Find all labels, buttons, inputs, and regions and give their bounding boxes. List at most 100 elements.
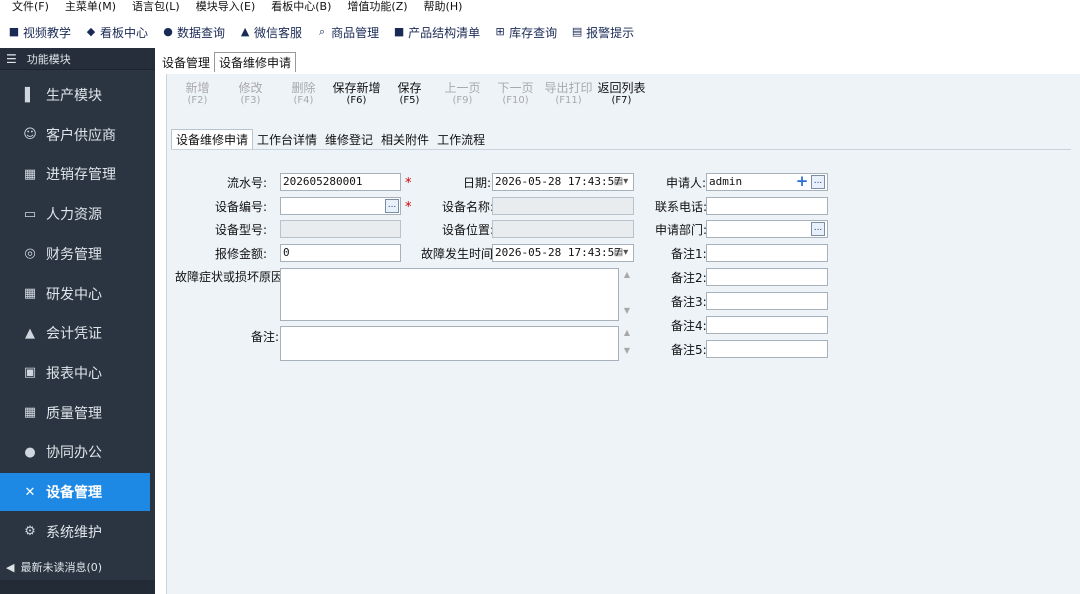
sidebar-item-finance[interactable]: ◎ 财务管理 [0,235,150,273]
chart-icon: ▣ [23,365,37,381]
form-tab[interactable]: 工作流程 [433,129,489,149]
note3-input[interactable] [706,292,828,310]
action-button[interactable]: 保存新增 (F6) [330,82,383,122]
sidebar-item-equipment[interactable]: ✕ 设备管理 [0,473,150,511]
action-button[interactable]: 下一页 (F10) [489,82,542,122]
tab-repair-request[interactable]: 设备维修申请 [214,52,297,72]
equip-no-label: 设备编号: [215,200,268,214]
action-button[interactable]: 保存 (F5) [383,82,436,122]
action-shortcut: (F5) [399,95,420,106]
applicant-input[interactable]: admin [706,173,828,191]
dept-input[interactable] [706,220,828,238]
quick-toolbar: ■ 视频教学 ◆ 看板中心 ● 数据查询 ▲ 微信客服 ⌕ 商品管理 ■ 产品结构清单 ⊞ 库存查询 ▤ 报警… [0,20,1080,44]
grid-icon: ▦ [23,405,37,421]
action-shortcut: (F7) [611,95,632,106]
form-tab[interactable]: 设备维修申请 [171,129,254,149]
sidebar-item-production[interactable]: ▌ 生产模块 [0,76,150,114]
camera-icon: ■ [393,25,405,38]
sidebar-item-label: 设备管理 [46,485,102,501]
toolbar-item[interactable]: ■ 产品结构清单 [393,24,480,41]
menu-item[interactable]: 主菜单(M) [65,1,116,13]
toolbar-item[interactable]: ● 数据查询 [162,24,225,41]
sidebar-item-label: 系统维护 [46,524,102,541]
note5-input[interactable] [706,340,828,358]
sidebar-item-label: 客户供应商 [46,127,116,144]
action-label: 修改 [238,81,263,95]
sidebar-item-customer[interactable]: ☺ 客户供应商 [0,116,150,154]
calendar-dropdown-icon[interactable]: ▤▾ [610,246,632,260]
book-icon: ▌ [25,87,35,103]
cloud-icon: ● [24,444,36,460]
tab-equipment-management[interactable]: 设备管理 [158,52,214,72]
menu-item[interactable]: 增值功能(Z) [347,1,407,13]
sidebar-header[interactable]: ☰ 功能模块 [0,48,155,70]
location-input[interactable] [492,220,634,238]
unread-messages[interactable]: ◀ 最新未读消息(0) [0,556,155,578]
sidebar-item-label: 进销存管理 [46,167,116,184]
action-button[interactable]: 修改 (F3) [224,82,277,122]
menu-item[interactable]: 文件(F) [12,1,49,13]
equip-no-input[interactable] [280,197,401,215]
model-input[interactable] [280,220,401,238]
dept-label: 申请部门: [655,223,708,237]
dept-picker-button[interactable]: ... [811,222,825,236]
note2-label: 备注2: [671,271,707,285]
amount-input[interactable]: 0 [280,244,401,262]
amount-label: 报修金额: [215,247,268,261]
menu-bar: 文件(F) 主菜单(M) 语言包(L) 模块导入(E) 看板中心(B) 增值功能(Z) 帮助… [0,0,1080,14]
note2-input[interactable] [706,268,828,286]
phone-input[interactable] [706,197,828,215]
sidebar-item-label: 会计凭证 [46,326,102,343]
symptom-scrollbar[interactable]: ▲ ▼ [621,270,633,320]
sidebar-item-quality[interactable]: ▦ 质量管理 [0,394,150,432]
action-button[interactable]: 导出打印 (F11) [542,82,595,122]
toolbar-item[interactable]: ◆ 看板中心 [85,24,148,41]
toolbar-item-label: 视频教学 [23,25,72,40]
equip-no-picker-button[interactable]: ... [385,199,399,213]
equip-name-input[interactable] [492,197,634,215]
sidebar-item-reports[interactable]: ▣ 报表中心 [0,354,150,392]
content-area: 新增 (F2) 修改 (F3) 删除 (F4) 保存新增 (F6) 保存 (F5) 上一页 (F9) 下… [166,74,1080,594]
toolbar-item-label: 看板中心 [100,25,149,40]
toolbar-item[interactable]: ■ 视频教学 [8,24,71,41]
symptom-textarea[interactable] [280,268,619,321]
note4-input[interactable] [706,316,828,334]
action-button[interactable]: 删除 (F4) [277,82,330,122]
action-button[interactable]: 新增 (F2) [171,82,224,122]
form-tab[interactable]: 相关附件 [377,129,433,149]
sidebar-item-rd[interactable]: ▦ 研发中心 [0,275,150,313]
remark-scrollbar[interactable]: ▲ ▼ [621,328,633,362]
form-tab[interactable]: 维修登记 [321,129,377,149]
add-icon[interactable]: + [795,174,809,189]
note4-label: 备注4: [671,319,707,333]
menu-item[interactable]: 看板中心(B) [271,1,331,13]
form-tab[interactable]: 工作台详情 [253,129,321,149]
action-button[interactable]: 返回列表 (F7) [595,82,648,122]
board-icon: ◆ [86,25,96,38]
menu-item[interactable]: 模块导入(E) [196,1,256,13]
calendar-dropdown-icon[interactable]: ▤▾ [610,175,632,189]
applicant-picker-button[interactable]: ... [811,175,825,189]
toolbar-item[interactable]: ⊞ 库存查询 [494,24,557,41]
menu-item[interactable]: 语言包(L) [132,1,180,13]
fault-time-label: 故障发生时间: [421,247,498,261]
sidebar-item-hr[interactable]: ▭ 人力资源 [0,195,150,233]
sidebar-item-system[interactable]: ⚙ 系统维护 [0,513,150,551]
menu-item[interactable]: 帮助(H) [424,1,463,13]
serial-input[interactable]: 202605280001 [280,173,401,191]
action-shortcut: (F11) [555,95,582,106]
toolbar-item[interactable]: ▲ 微信客服 [239,24,302,41]
sidebar-item-inventory[interactable]: ▦ 进销存管理 [0,155,150,193]
users-icon: ☺ [23,127,37,143]
sidebar-item-collab[interactable]: ● 协同办公 [0,433,150,471]
toolbar-item[interactable]: ⌕ 商品管理 [316,24,379,41]
toolbar-item[interactable]: ▤ 报警提示 [571,24,634,41]
action-label: 上一页 [444,81,481,95]
cart-icon: ▦ [23,166,37,182]
sidebar-bottom-bar [0,580,155,594]
note1-input[interactable] [706,244,828,262]
sidebar-item-accounting[interactable]: ▲ 会计凭证 [0,314,150,352]
action-label: 保存 [397,81,422,95]
action-button[interactable]: 上一页 (F9) [436,82,489,122]
remark-textarea[interactable] [280,326,619,361]
